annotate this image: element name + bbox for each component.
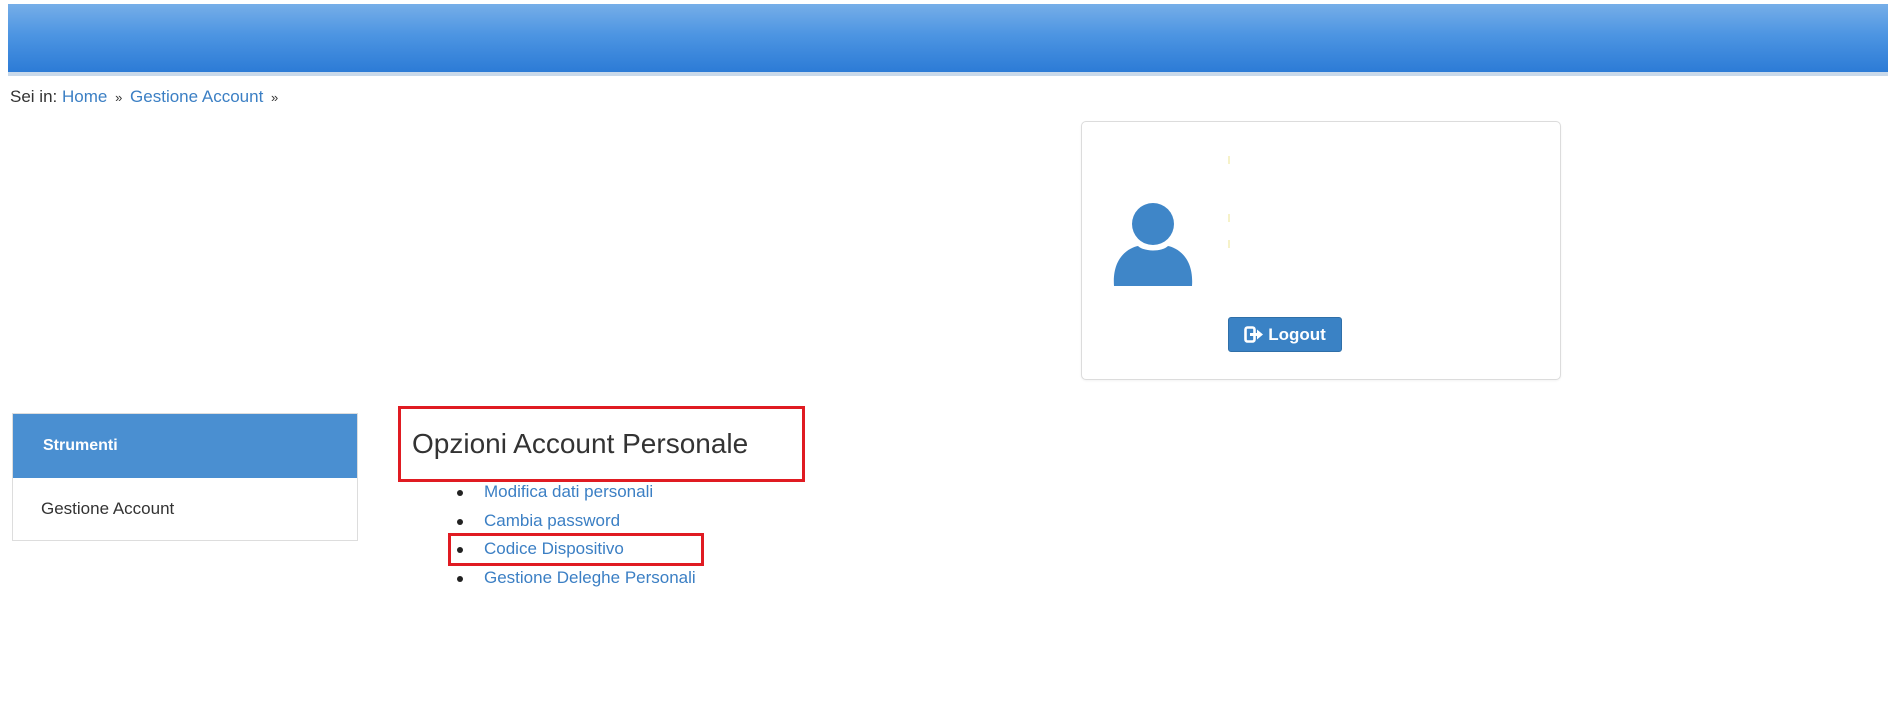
breadcrumb-separator: »	[271, 90, 279, 105]
redacted-mark	[1228, 156, 1230, 164]
redacted-mark	[1228, 214, 1230, 222]
cambia-password-link[interactable]: Cambia password	[484, 511, 620, 530]
sign-out-icon	[1244, 326, 1264, 343]
sidebar-title: Strumenti	[13, 414, 357, 478]
breadcrumb-separator: »	[115, 90, 123, 105]
page: Sei in: Home » Gestione Account » Logout…	[0, 0, 1888, 707]
breadcrumb-prefix: Sei in:	[10, 87, 58, 106]
breadcrumb-gestione-account-link[interactable]: Gestione Account	[130, 87, 263, 106]
breadcrumb-home-link[interactable]: Home	[62, 87, 107, 106]
user-icon	[1113, 203, 1193, 286]
list-item: Cambia password	[453, 507, 696, 536]
user-card: Logout	[1081, 121, 1561, 380]
gestione-deleghe-personali-link[interactable]: Gestione Deleghe Personali	[484, 568, 696, 587]
top-banner	[8, 4, 1888, 76]
list-item: Gestione Deleghe Personali	[453, 564, 696, 593]
list-item: Modifica dati personali	[453, 478, 696, 507]
sidebar: Strumenti Gestione Account	[12, 413, 358, 541]
modifica-dati-personali-link[interactable]: Modifica dati personali	[484, 482, 653, 501]
title-highlight-box	[398, 406, 805, 482]
logout-button[interactable]: Logout	[1228, 317, 1342, 352]
logout-label: Logout	[1268, 324, 1326, 344]
breadcrumb: Sei in: Home » Gestione Account »	[10, 86, 281, 109]
redacted-mark	[1228, 240, 1230, 248]
option-highlight-box	[448, 533, 704, 566]
sidebar-item-gestione-account[interactable]: Gestione Account	[13, 478, 357, 540]
